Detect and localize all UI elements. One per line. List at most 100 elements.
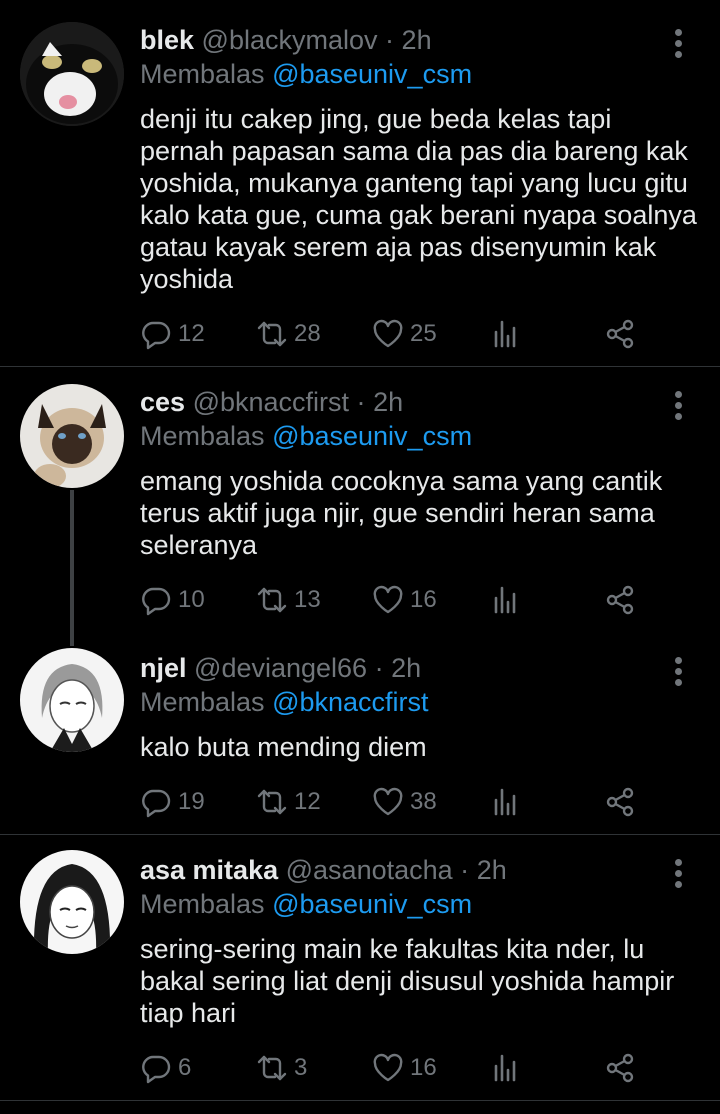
more-icon[interactable] xyxy=(664,856,692,890)
reply-icon xyxy=(140,584,172,616)
retweet-icon xyxy=(256,584,288,616)
mention-link[interactable]: @baseuniv_csm xyxy=(272,421,472,451)
user-handle[interactable]: @deviangel66 xyxy=(194,653,367,683)
retweet-icon xyxy=(256,1052,288,1084)
timestamp[interactable]: 2h xyxy=(373,387,403,417)
reply-count: 10 xyxy=(178,586,205,613)
more-icon[interactable] xyxy=(664,388,692,422)
more-icon[interactable] xyxy=(664,654,692,688)
share-button[interactable] xyxy=(604,580,642,620)
separator: · xyxy=(374,653,384,683)
like-icon xyxy=(372,1052,404,1084)
share-icon xyxy=(604,584,636,616)
views-button[interactable] xyxy=(490,314,528,354)
tweet-text: sering-sering main ke fakultas kita nder… xyxy=(140,934,675,1028)
user-handle[interactable]: @bknaccfirst xyxy=(193,387,349,417)
tweet-actions: 19 12 38 xyxy=(140,782,680,822)
views-button[interactable] xyxy=(490,782,528,822)
mention-link[interactable]: @baseuniv_csm xyxy=(272,889,472,919)
display-name[interactable]: blek xyxy=(140,25,194,55)
like-count: 16 xyxy=(410,586,437,613)
avatar[interactable] xyxy=(20,648,124,752)
share-button[interactable] xyxy=(604,314,642,354)
share-icon xyxy=(604,318,636,350)
retweet-button[interactable]: 3 xyxy=(256,1048,307,1088)
tweet[interactable]: blek @blackymalov · 2h Membalas @baseuni… xyxy=(0,0,720,366)
like-count: 25 xyxy=(410,320,437,347)
tweet-header: njel @deviangel66 · 2h xyxy=(140,651,421,685)
thread-line xyxy=(70,490,74,646)
reply-count: 6 xyxy=(178,1054,192,1081)
replying-to-label: Membalas xyxy=(140,889,265,919)
like-button[interactable]: 25 xyxy=(372,314,437,354)
views-icon xyxy=(490,584,522,616)
replying-to: Membalas @baseuniv_csm xyxy=(140,887,472,921)
user-handle[interactable]: @blackymalov xyxy=(202,25,378,55)
views-icon xyxy=(490,318,522,350)
tweet[interactable]: ces @bknaccfirst · 2h Membalas @baseuniv… xyxy=(0,366,720,646)
views-button[interactable] xyxy=(490,580,528,620)
retweet-count: 28 xyxy=(294,320,321,347)
tweet-actions: 6 3 16 xyxy=(140,1048,680,1088)
views-icon xyxy=(490,786,522,818)
retweet-icon xyxy=(256,786,288,818)
separator: · xyxy=(385,25,395,55)
tweet[interactable]: asa mitaka @asanotacha · 2h Membalas @ba… xyxy=(0,834,720,1100)
timestamp[interactable]: 2h xyxy=(391,653,421,683)
user-handle[interactable]: @asanotacha xyxy=(286,855,453,885)
share-button[interactable] xyxy=(604,782,642,822)
retweet-button[interactable]: 12 xyxy=(256,782,321,822)
tweet-text: emang yoshida cocoknya sama yang cantik … xyxy=(140,466,663,560)
avatar[interactable] xyxy=(20,22,124,126)
retweet-button[interactable]: 28 xyxy=(256,314,321,354)
replying-to: Membalas @bknaccfirst xyxy=(140,685,429,719)
avatar[interactable] xyxy=(20,384,124,488)
tweet-header: ces @bknaccfirst · 2h xyxy=(140,385,403,419)
reply-button[interactable]: 10 xyxy=(140,580,205,620)
display-name[interactable]: asa mitaka xyxy=(140,855,278,885)
replying-to-label: Membalas xyxy=(140,687,265,717)
separator: · xyxy=(460,855,470,885)
tweet-header: asa mitaka @asanotacha · 2h xyxy=(140,853,507,887)
reply-count: 19 xyxy=(178,788,205,815)
views-button[interactable] xyxy=(490,1048,528,1088)
separator: · xyxy=(356,387,366,417)
more-icon[interactable] xyxy=(664,26,692,60)
like-count: 38 xyxy=(410,788,437,815)
like-count: 16 xyxy=(410,1054,437,1081)
replying-to-label: Membalas xyxy=(140,421,265,451)
tweet[interactable]: njel @deviangel66 · 2h Membalas @bknaccf… xyxy=(0,634,720,834)
retweet-button[interactable]: 13 xyxy=(256,580,321,620)
share-icon xyxy=(604,786,636,818)
display-name[interactable]: njel xyxy=(140,653,187,683)
retweet-icon xyxy=(256,318,288,350)
like-icon xyxy=(372,786,404,818)
like-button[interactable]: 38 xyxy=(372,782,437,822)
tweet-actions: 12 28 25 xyxy=(140,314,680,354)
retweet-count: 12 xyxy=(294,788,321,815)
like-button[interactable]: 16 xyxy=(372,580,437,620)
retweet-count: 13 xyxy=(294,586,321,613)
share-button[interactable] xyxy=(604,1048,642,1088)
reply-count: 12 xyxy=(178,320,205,347)
replying-to-label: Membalas xyxy=(140,59,265,89)
reply-button[interactable]: 6 xyxy=(140,1048,191,1088)
divider xyxy=(0,1100,720,1101)
reply-button[interactable]: 19 xyxy=(140,782,205,822)
tweet-header: blek @blackymalov · 2h xyxy=(140,23,432,57)
avatar[interactable] xyxy=(20,850,124,954)
timestamp[interactable]: 2h xyxy=(402,25,432,55)
like-icon xyxy=(372,318,404,350)
tweet-actions: 10 13 16 xyxy=(140,580,680,620)
replying-to: Membalas @baseuniv_csm xyxy=(140,57,472,91)
timestamp[interactable]: 2h xyxy=(477,855,507,885)
replying-to: Membalas @baseuniv_csm xyxy=(140,419,472,453)
mention-link[interactable]: @bknaccfirst xyxy=(272,687,428,717)
tweet-text: denji itu cakep jing, gue beda kelas tap… xyxy=(140,104,697,294)
reply-button[interactable]: 12 xyxy=(140,314,205,354)
mention-link[interactable]: @baseuniv_csm xyxy=(272,59,472,89)
display-name[interactable]: ces xyxy=(140,387,185,417)
like-button[interactable]: 16 xyxy=(372,1048,437,1088)
reply-icon xyxy=(140,1052,172,1084)
tweet-text: kalo buta mending diem xyxy=(140,732,427,762)
